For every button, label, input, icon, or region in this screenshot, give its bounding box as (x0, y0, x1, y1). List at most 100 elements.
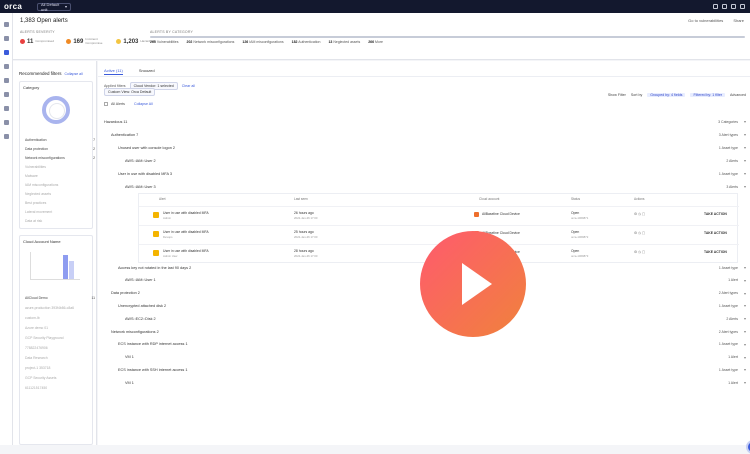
tab-active[interactable]: Active (11) (104, 68, 123, 75)
take-action-button[interactable]: TAKE ACTION (704, 231, 727, 235)
tab-snoozed[interactable]: Snoozed (139, 68, 155, 75)
group-row[interactable]: Unused user with console logon 2 1 Asset … (98, 143, 750, 152)
col-status[interactable]: Status (571, 197, 580, 201)
category-filter-item[interactable]: IAM misconfigurations (25, 183, 95, 187)
group-row[interactable]: VM 1 1 Alert ▾ (98, 378, 750, 387)
chevron-down-icon[interactable]: ▾ (744, 316, 746, 321)
clear-all-link[interactable]: Clear all (182, 84, 195, 88)
group-row[interactable]: AWS::EC2::Disk 2 2 Alerts ▾ (98, 314, 750, 323)
tenant-selector[interactable]: All Default unit ▾ (37, 2, 71, 12)
category-filter-item[interactable]: Network misconfigurations 2 (25, 156, 95, 160)
share-link[interactable]: Share (733, 18, 744, 23)
category-filter-item[interactable]: Lateral movement (25, 210, 95, 214)
cloud-account[interactable]: AllBaseline Cloud Device (482, 212, 520, 216)
category-item[interactable]: 266 More (368, 40, 383, 44)
chevron-down-icon[interactable]: ▾ (744, 265, 746, 270)
chevron-down-icon[interactable]: ▾ (744, 329, 746, 334)
table-row[interactable]: User in use with disabled MFA Devops 25 ho… (139, 225, 739, 244)
group-row[interactable]: ECS instance with RDP internet access 1 1… (98, 340, 750, 349)
compliance-icon[interactable] (3, 64, 9, 69)
chevron-down-icon[interactable]: ▾ (744, 171, 746, 176)
category-filter-item[interactable]: Authentication 7 (25, 138, 95, 142)
row-action-icons[interactable]: ⚙ ◷ ▢ (634, 231, 645, 235)
col-alert[interactable]: Alert (159, 197, 166, 201)
table-row[interactable]: User in use with disabled MFA Admin 26 hou… (139, 206, 739, 225)
category-filter-item[interactable]: Data protection 2 (25, 147, 95, 151)
severity-compromised[interactable]: 11 Compromised (20, 39, 57, 45)
cloud-account-filter-item[interactable]: AllCloud Demo 11 (25, 296, 95, 300)
chat-support-icon[interactable] (746, 440, 750, 454)
alert-name[interactable]: User in use with disabled MFA (163, 249, 209, 253)
sort-by-button[interactable]: Sort by (631, 93, 642, 97)
vulnerability-icon[interactable] (3, 78, 9, 83)
cloud-account-filter-item[interactable]: custom-lb (25, 316, 95, 320)
settings-icon[interactable] (3, 120, 9, 125)
video-play-button[interactable] (420, 231, 526, 337)
group-row[interactable]: ECS instance with SSH internet access 1 1… (98, 365, 750, 374)
group-row[interactable]: AWS::IAM::User 3 3 Alerts ▾ (98, 182, 750, 191)
settings-icon[interactable] (722, 4, 727, 9)
chevron-down-icon[interactable]: ▾ (744, 145, 746, 150)
show-filter-button[interactable]: Show Filter (608, 93, 626, 97)
chevron-down-icon[interactable]: ▾ (744, 355, 746, 360)
chevron-down-icon[interactable]: ▾ (744, 158, 746, 163)
group-row[interactable]: AWS::IAM::User 2 2 Alerts ▾ (98, 156, 750, 165)
cloud-account-filter-item[interactable]: GCP Security Playground (25, 336, 95, 340)
help-icon[interactable] (731, 4, 736, 9)
category-item[interactable]: 202 Network misconfigurations (187, 40, 235, 44)
cloud-account-filter-item[interactable]: project-1 353718 (25, 366, 95, 370)
category-filter-item[interactable]: Data at risk (25, 219, 95, 223)
pin-icon[interactable] (3, 134, 9, 139)
alert-name[interactable]: User in use with disabled MFA (163, 230, 209, 234)
category-item[interactable]: 182 Authentication (292, 40, 321, 44)
chevron-down-icon[interactable]: ▾ (744, 380, 746, 385)
chevron-down-icon[interactable]: ▾ (744, 184, 746, 189)
severity-imminent[interactable]: 169 Imminent Compromise (66, 37, 107, 45)
col-last-seen[interactable]: Last seen (294, 197, 308, 201)
category-item[interactable]: 126 IAM misconfigurations (242, 40, 283, 44)
grouped-by-button[interactable]: Grouped by: 4 fields (647, 93, 686, 97)
collapse-all-link[interactable]: Collapse all (65, 72, 83, 76)
cloud-account-filter-item[interactable]: azure-production 393f4b86-c8a6 (25, 306, 95, 310)
notification-icon[interactable] (713, 4, 718, 9)
collapse-all-button[interactable]: Collapse All (134, 102, 153, 106)
custom-view-selector[interactable]: Custom View: Orca Default (104, 88, 156, 96)
category-filter-item[interactable]: Vulnerabilities (25, 165, 95, 169)
filtered-by-button[interactable]: Filtered by: 1 filter (690, 93, 726, 97)
alerts-icon[interactable] (3, 50, 9, 55)
row-action-icons[interactable]: ⚙ ◷ ▢ (634, 250, 645, 254)
chevron-down-icon[interactable]: ▾ (744, 278, 746, 283)
group-row[interactable]: Network misconfigurations 2 2 Alert types… (98, 327, 750, 336)
cloud-account-filter-item[interactable]: GCP Security Assets (25, 376, 95, 380)
alert-name[interactable]: User in use with disabled MFA (163, 211, 209, 215)
col-cloud-account[interactable]: Cloud account (479, 197, 499, 201)
row-action-icons[interactable]: ⚙ ◷ ▢ (634, 212, 645, 216)
advanced-button[interactable]: Advanced (730, 93, 746, 97)
chevron-down-icon[interactable]: ▾ (744, 342, 746, 347)
inventory-icon[interactable] (3, 36, 9, 41)
cloud-account-filter-item[interactable]: 611121517450 (25, 386, 95, 390)
cloud-account-filter-item[interactable]: Azure demo 01 (25, 326, 95, 330)
chevron-down-icon[interactable]: ▾ (744, 303, 746, 308)
group-row[interactable]: Authentication 7 3 Alert types ▾ (98, 130, 750, 139)
category-filter-item[interactable]: Malware (25, 174, 95, 178)
col-actions[interactable]: Actions (634, 197, 644, 201)
chevron-down-icon[interactable]: ▾ (744, 119, 746, 124)
group-row[interactable]: VM 1 1 Alert ▾ (98, 353, 750, 362)
cloud-account-filter-item[interactable]: 778822476906 (25, 346, 95, 350)
chevron-down-icon[interactable]: ▾ (744, 291, 746, 296)
chevron-down-icon[interactable]: ▾ (744, 132, 746, 137)
chevron-down-icon[interactable]: ▾ (744, 367, 746, 372)
user-icon[interactable] (740, 4, 745, 9)
category-item[interactable]: 265 Vulnerabilities (150, 40, 179, 44)
cloud-account-filter-item[interactable]: Data Research (25, 356, 95, 360)
take-action-button[interactable]: TAKE ACTION (704, 250, 727, 254)
group-row[interactable]: User in use with disabled MFA 3 1 Asset t… (98, 169, 750, 178)
vulnerabilities-link[interactable]: Go to vulnerabilities (688, 18, 723, 23)
category-filter-item[interactable]: Best practices (25, 201, 95, 205)
group-row[interactable]: Hazardous 11 3 Categories ▾ (98, 117, 750, 126)
query-icon[interactable] (3, 92, 9, 97)
dashboard-icon[interactable] (3, 22, 9, 27)
take-action-button[interactable]: TAKE ACTION (704, 212, 727, 216)
integrations-icon[interactable] (3, 106, 9, 111)
